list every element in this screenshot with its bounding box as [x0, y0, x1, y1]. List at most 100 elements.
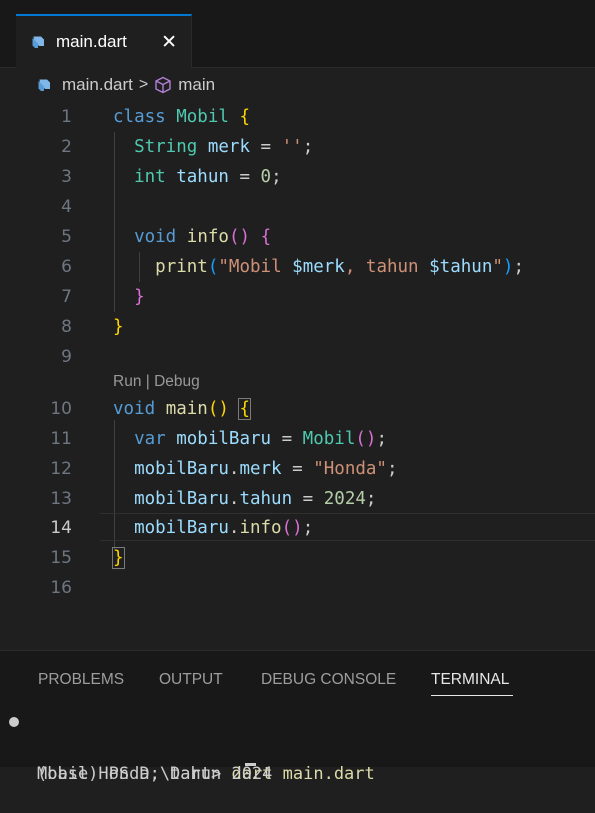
tab-output[interactable]: OUTPUT: [159, 671, 223, 689]
string-literal: '': [281, 137, 303, 157]
type-name: String: [134, 137, 198, 157]
line-number: 7: [61, 287, 72, 307]
line-number: 4: [61, 197, 72, 217]
operator: =: [271, 429, 303, 449]
interpolation: $merk: [292, 257, 345, 277]
line-number-active: 14: [50, 518, 72, 538]
editor-tab-bar: main.dart ✕: [0, 0, 595, 68]
brace: }: [112, 547, 125, 569]
identifier: mobilBaru: [134, 489, 229, 509]
codelens-run-link[interactable]: Run: [113, 373, 141, 390]
identifier: tahun: [239, 489, 293, 509]
brace: {: [260, 227, 272, 247]
parens: (): [207, 399, 229, 419]
line-number: 12: [50, 459, 72, 479]
identifier: mobilBaru: [176, 429, 272, 449]
close-icon[interactable]: ✕: [161, 31, 177, 53]
number-literal: 2024: [323, 489, 366, 509]
dart-icon: [32, 36, 44, 48]
line-number: 9: [61, 347, 72, 367]
parens: (): [355, 429, 377, 449]
codelens: Run | Debug: [113, 370, 200, 394]
command-status-dot[interactable]: [9, 717, 19, 727]
active-tab-indicator: [431, 695, 513, 696]
code-line: 14 mobilBaru.info();: [0, 513, 595, 543]
code-line: 13 mobilBaru.tahun = 2024;: [0, 484, 595, 514]
line-number: 16: [50, 578, 72, 598]
line-number: 3: [61, 167, 72, 187]
parens: (): [281, 518, 303, 538]
interpolation: $tahun: [429, 257, 493, 277]
line-number: 2: [61, 137, 72, 157]
terminal-cursor: [245, 763, 256, 766]
semicolon: ;: [302, 137, 314, 157]
code-line: 2 String merk = '';: [0, 132, 595, 162]
line-number: 11: [50, 429, 72, 449]
type-name: int: [134, 167, 166, 187]
semicolon: ;: [365, 489, 377, 509]
identifier: tahun: [176, 167, 229, 187]
operator: =: [281, 459, 314, 479]
terminal-output-line: Mobil Honda, tahun 2024: [0, 735, 272, 784]
operator: =: [250, 137, 282, 157]
parens: (): [228, 227, 251, 247]
keyword: void: [134, 227, 177, 247]
cube-icon: [155, 76, 171, 94]
terminal-output: Mobil Honda, tahun 2024: [37, 764, 273, 784]
code-line: 9: [0, 342, 595, 372]
tab-main-dart[interactable]: main.dart ✕: [16, 14, 192, 68]
class-name: Mobil: [302, 429, 356, 449]
semicolon: ;: [386, 459, 398, 479]
paren: ): [502, 257, 514, 277]
line-number: 15: [50, 548, 72, 568]
semicolon: ;: [271, 167, 282, 187]
code-line: 16: [0, 573, 595, 603]
code-line: 6 print("Mobil $merk, tahun $tahun");: [0, 252, 595, 282]
code-editor[interactable]: 1 class Mobil { 2 String merk = ''; 3 in…: [0, 102, 595, 650]
dot: .: [228, 459, 240, 479]
code-line: 5 void info() {: [0, 222, 595, 252]
string-literal: ": [492, 257, 503, 277]
dot: .: [228, 489, 240, 509]
number-literal: 0: [260, 167, 272, 187]
string-literal: , tahun: [344, 257, 430, 277]
tab-problems[interactable]: PROBLEMS: [38, 671, 124, 689]
brace: }: [113, 317, 124, 337]
function-name: print: [155, 257, 208, 277]
code-line: 12 mobilBaru.merk = "Honda";: [0, 454, 595, 484]
brace: {: [238, 398, 251, 420]
line-number: 5: [61, 227, 72, 247]
code-line: 8 }: [0, 312, 595, 342]
semicolon: ;: [302, 518, 314, 538]
line-number: 13: [50, 489, 72, 509]
code-line: 7 }: [0, 282, 595, 312]
operator: =: [292, 489, 324, 509]
breadcrumb: main.dart > main: [0, 68, 595, 102]
tab-terminal[interactable]: TERMINAL: [431, 671, 509, 689]
tab-debug-console[interactable]: DEBUG CONSOLE: [261, 671, 396, 689]
identifier: merk: [207, 137, 250, 157]
breadcrumb-separator: >: [138, 76, 149, 93]
breadcrumb-symbol[interactable]: main: [178, 75, 215, 95]
keyword: void: [113, 399, 156, 419]
string-literal: "Mobil: [218, 257, 293, 277]
brace: {: [239, 107, 251, 127]
line-number: 6: [61, 257, 72, 277]
codelens-separator: |: [141, 373, 155, 390]
code-line: 1 class Mobil {: [0, 102, 595, 132]
keyword: var: [134, 429, 166, 449]
line-number: 10: [50, 399, 72, 419]
tab-filename: main.dart: [56, 32, 127, 51]
line-number: 1: [61, 107, 72, 127]
line-number: 8: [61, 317, 72, 337]
code-line: 11 var mobilBaru = Mobil();: [0, 424, 595, 454]
function-name: info: [186, 227, 229, 247]
breadcrumb-file[interactable]: main.dart: [62, 75, 133, 95]
codelens-debug-link[interactable]: Debug: [154, 373, 200, 390]
string-literal: "Honda": [313, 459, 387, 479]
panel-tabs: PROBLEMS OUTPUT DEBUG CONSOLE TERMINAL: [0, 651, 595, 699]
function-name: info: [239, 518, 282, 538]
keyword: class: [113, 107, 166, 127]
operator: =: [228, 167, 261, 187]
code-line: 4: [0, 192, 595, 222]
